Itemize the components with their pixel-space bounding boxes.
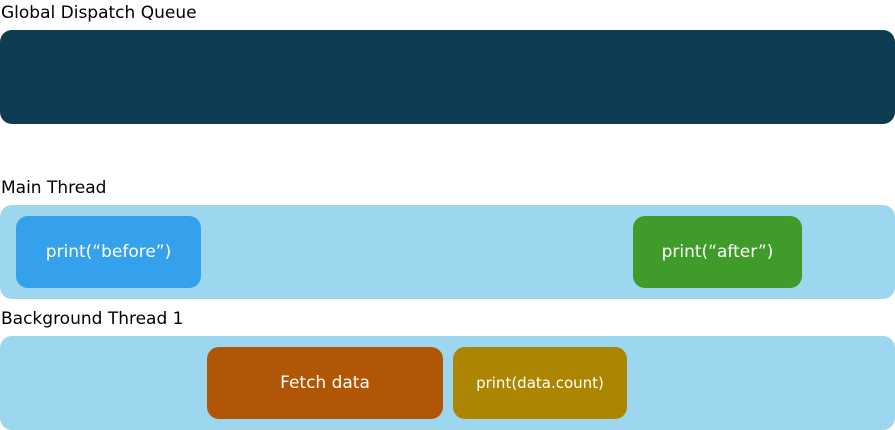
global-queue-lane: [0, 30, 895, 124]
print-before-task: print(“before”): [16, 216, 201, 288]
fetch-data-task: Fetch data: [207, 347, 443, 419]
print-after-task: print(“after”): [633, 216, 802, 288]
print-count-task: print(data.count): [453, 347, 627, 419]
background-thread-lane: Fetch data print(data.count): [0, 336, 895, 430]
background-thread-label: Background Thread 1: [1, 309, 184, 329]
main-thread-lane: print(“before”) print(“after”): [0, 205, 895, 299]
global-queue-label: Global Dispatch Queue: [1, 3, 197, 23]
main-thread-label: Main Thread: [1, 178, 107, 198]
